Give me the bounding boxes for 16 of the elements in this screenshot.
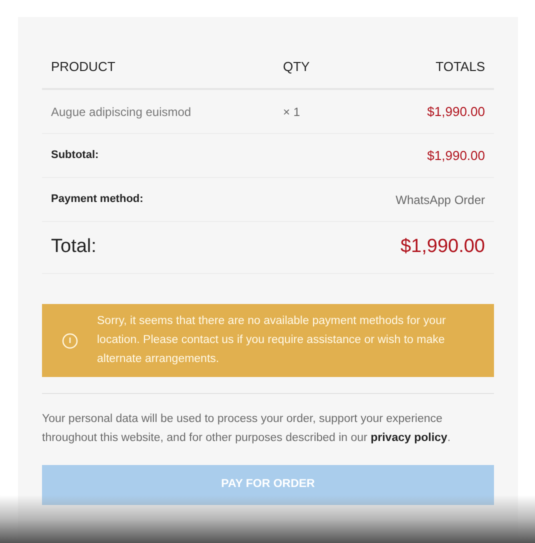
subtotal-value: $1,990.00 (427, 146, 485, 165)
line-total: $1,990.00 (427, 102, 485, 121)
privacy-text: Your personal data will be used to process your order, support your experience throughout this website, and for other purposes described in our privacy policy. (42, 412, 452, 446)
info-icon (62, 332, 78, 348)
product-name: Augue adipiscing euismod (51, 104, 192, 120)
totals-column-header: TOTALS (436, 58, 485, 76)
payment-method-label: Payment method: (51, 192, 144, 208)
notice-text: Sorry, it seems that there are no available payment methods for your location. Please contact us if you require assistance or wish to make alternate arrangements. (97, 314, 447, 367)
total-label: Total: (51, 235, 98, 260)
quantity: × 1 (283, 104, 302, 120)
subtotal-label: Subtotal: (51, 148, 100, 164)
total-value: $1,990.00 (400, 235, 485, 260)
product-column-header: PRODUCT (51, 58, 116, 76)
privacy-policy-link[interactable]: privacy policy (370, 432, 448, 444)
qty-column-header: QTY (283, 58, 311, 76)
payment-method-value: WhatsApp Order (396, 192, 485, 208)
